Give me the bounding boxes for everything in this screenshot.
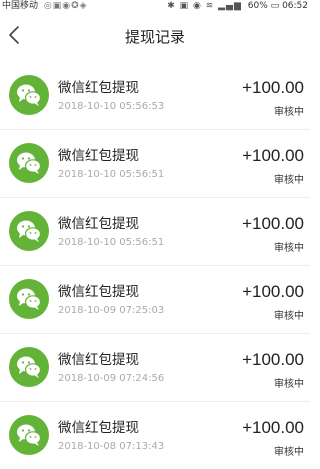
record-time: 2018-10-10 05:56:51 (58, 169, 165, 180)
record-amount: +100.00 (242, 146, 304, 165)
record-amount: +100.00 (242, 214, 304, 233)
record-status: 审核中 (274, 243, 304, 254)
wechat-icon (9, 143, 49, 183)
wechat-icon (9, 279, 49, 319)
record-status: 审核中 (274, 379, 304, 390)
record-row[interactable]: 微信红包提现 2018-10-09 07:24:56 +100.00 审核中 (0, 334, 310, 402)
record-status: 审核中 (274, 447, 304, 458)
record-amount: +100.00 (242, 350, 304, 369)
battery-icon: ▭ (270, 1, 280, 11)
status-left: 中国移动 ◎▣◉✪◈ (2, 0, 88, 12)
record-title: 微信红包提现 (58, 284, 139, 300)
record-title: 微信红包提现 (58, 420, 139, 436)
wechat-icon (9, 75, 49, 115)
wechat-icon (9, 347, 49, 387)
record-time: 2018-10-10 05:56:53 (58, 101, 165, 112)
record-row[interactable]: 微信红包提现 2018-10-10 05:56:51 +100.00 审核中 (0, 130, 310, 198)
record-row[interactable]: 微信红包提现 2018-10-10 05:56:53 +100.00 审核中 (0, 62, 310, 130)
record-title: 微信红包提现 (58, 216, 139, 232)
record-amount: +100.00 (242, 78, 304, 97)
record-time: 2018-10-09 07:24:56 (58, 373, 165, 384)
battery-percent: 60% (247, 1, 268, 11)
wechat-icon (9, 211, 49, 251)
notification-icons: ◎▣◉✪◈ (43, 1, 88, 11)
record-status: 审核中 (274, 175, 304, 186)
status-bar: 中国移动 ◎▣◉✪◈ ✱ ▣ ◉ ≋ ▂▄▆ 60% ▭ 06:52 (0, 0, 310, 12)
record-time: 2018-10-09 07:25:03 (58, 305, 165, 316)
record-time: 2018-10-08 07:13:43 (58, 441, 165, 452)
record-amount: +100.00 (242, 418, 304, 437)
clock: 06:52 (282, 1, 308, 11)
record-title: 微信红包提现 (58, 148, 139, 164)
record-title: 微信红包提现 (58, 352, 139, 368)
page-title: 提现记录 (124, 28, 185, 46)
record-status: 审核中 (274, 311, 304, 322)
record-amount: +100.00 (242, 282, 304, 301)
record-time: 2018-10-10 05:56:51 (58, 237, 165, 248)
status-right: ✱ ▣ ◉ ≋ ▂▄▆ 60% ▭ 06:52 (167, 0, 308, 12)
withdrawal-record-list: 微信红包提现 2018-10-10 05:56:53 +100.00 审核中 微… (0, 62, 310, 469)
record-row[interactable]: 微信红包提现 2018-10-10 05:56:51 +100.00 审核中 (0, 198, 310, 266)
record-title: 微信红包提现 (58, 80, 139, 96)
signal-icons: ✱ ▣ ◉ ≋ ▂▄▆ (167, 1, 242, 11)
wechat-icon (9, 415, 49, 455)
record-row[interactable]: 微信红包提现 2018-10-09 07:25:03 +100.00 审核中 (0, 266, 310, 334)
record-status: 审核中 (274, 107, 304, 118)
carrier-label: 中国移动 (2, 1, 39, 11)
navigation-bar: 提现记录 (0, 12, 310, 58)
record-row[interactable]: 微信红包提现 2018-10-08 07:13:43 +100.00 审核中 (0, 402, 310, 469)
